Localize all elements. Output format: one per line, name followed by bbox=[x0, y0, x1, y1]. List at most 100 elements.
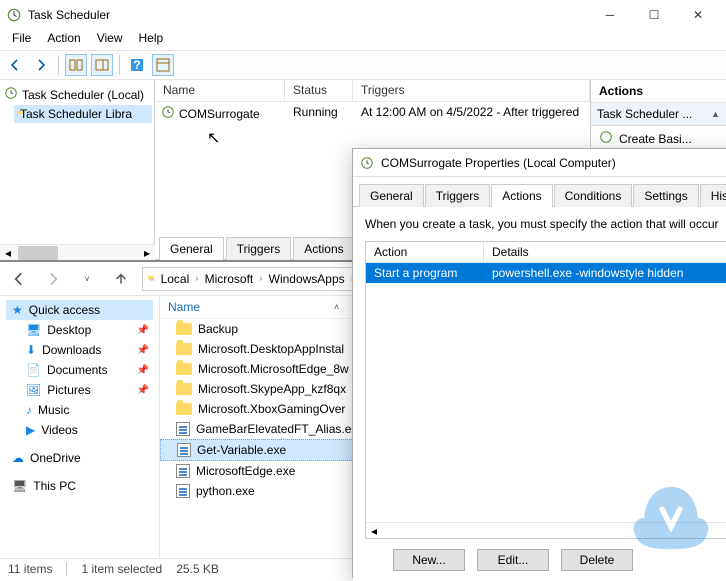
folder-icon bbox=[176, 363, 192, 375]
tab-triggers[interactable]: Triggers bbox=[226, 237, 292, 260]
file-name: python.exe bbox=[196, 484, 255, 498]
back-button[interactable] bbox=[4, 54, 26, 76]
action-pane-button[interactable] bbox=[91, 54, 113, 76]
svg-text:?: ? bbox=[133, 58, 140, 72]
tab-general[interactable]: General bbox=[159, 237, 224, 260]
details-cell: powershell.exe -windowstyle hidden bbox=[484, 263, 726, 283]
folder-icon bbox=[176, 323, 192, 335]
dialog-title: COMSurrogate Properties (Local Computer) bbox=[381, 156, 726, 170]
edit-button[interactable]: Edit... bbox=[477, 549, 549, 571]
tab-actions[interactable]: Actions bbox=[293, 237, 354, 260]
help-button[interactable]: ? bbox=[126, 54, 148, 76]
file-name: Microsoft.DesktopAppInstal bbox=[198, 342, 344, 356]
task-row[interactable]: COMSurrogate Running At 12:00 AM on 4/5/… bbox=[155, 102, 590, 125]
exe-icon bbox=[177, 443, 191, 457]
col-name[interactable]: Name bbox=[155, 80, 285, 101]
nav-pictures[interactable]: 🖼 Pictures 📌 bbox=[6, 380, 153, 400]
nav-quick-access[interactable]: ★ Quick access bbox=[6, 300, 153, 320]
crumb-local[interactable]: Local bbox=[157, 270, 194, 288]
properties-dialog[interactable]: COMSurrogate Properties (Local Computer)… bbox=[352, 148, 726, 578]
pin-icon: 📌 bbox=[137, 345, 149, 356]
exe-icon bbox=[176, 464, 190, 478]
file-name: Microsoft.MicrosoftEdge_8w bbox=[198, 362, 349, 376]
action-row-selected[interactable]: Start a program powershell.exe -windowst… bbox=[366, 263, 726, 283]
actions-header: Actions bbox=[591, 80, 726, 103]
nav-pictures-label: Pictures bbox=[47, 383, 90, 397]
tab-settings[interactable]: Settings bbox=[633, 184, 698, 207]
history-button[interactable]: ˅ bbox=[74, 266, 100, 292]
col-status[interactable]: Status bbox=[285, 80, 353, 101]
scroll-left-button[interactable]: ◂ bbox=[366, 523, 382, 539]
task-status-label: Running bbox=[285, 105, 353, 122]
col-action[interactable]: Action bbox=[366, 242, 484, 262]
documents-icon: 📄 bbox=[26, 363, 41, 377]
nav-pane[interactable]: ★ Quick access 🖥Desktop📌 ⬇Downloads📌 📄Do… bbox=[0, 296, 160, 558]
nav-onedrive-label: OneDrive bbox=[30, 451, 81, 465]
nav-documents-label: Documents bbox=[47, 363, 108, 377]
col-details[interactable]: Details bbox=[484, 242, 726, 262]
forward-button[interactable] bbox=[30, 54, 52, 76]
status-selected: 1 item selected bbox=[81, 562, 162, 576]
actions-table[interactable]: Action Details Start a program powershel… bbox=[365, 241, 726, 539]
folder-icon bbox=[176, 383, 192, 395]
scroll-right-button[interactable]: ▸ bbox=[139, 245, 155, 261]
tab-history[interactable]: History (disabled bbox=[700, 184, 726, 207]
nav-desktop[interactable]: 🖥Desktop📌 bbox=[6, 320, 153, 340]
scope-pane-button[interactable] bbox=[65, 54, 87, 76]
close-button[interactable]: ✕ bbox=[676, 0, 720, 30]
action-create-basic-label: Create Basi... bbox=[619, 132, 692, 146]
actions-context-label: Task Scheduler ... bbox=[597, 107, 692, 121]
star-icon: ★ bbox=[12, 303, 23, 317]
tree-library[interactable]: Task Scheduler Libra bbox=[14, 105, 152, 123]
pictures-icon: 🖼 bbox=[26, 383, 41, 397]
maximize-button[interactable]: ☐ bbox=[632, 0, 676, 30]
nav-music[interactable]: ♪Music bbox=[6, 400, 153, 420]
tree-root[interactable]: Task Scheduler (Local) bbox=[2, 84, 152, 105]
tab-triggers[interactable]: Triggers bbox=[425, 184, 491, 207]
col-triggers[interactable]: Triggers bbox=[353, 80, 590, 101]
nav-videos[interactable]: ▶ Videos bbox=[6, 420, 153, 440]
new-button[interactable]: New... bbox=[393, 549, 465, 571]
menu-action[interactable]: Action bbox=[41, 30, 86, 50]
nav-videos-label: Videos bbox=[41, 423, 77, 437]
tab-general[interactable]: General bbox=[359, 184, 424, 207]
back-button[interactable] bbox=[6, 266, 32, 292]
scheduler-titlebar[interactable]: Task Scheduler ─ ☐ ✕ bbox=[0, 0, 726, 30]
cloud-icon: ☁ bbox=[12, 451, 24, 465]
minimize-button[interactable]: ─ bbox=[588, 0, 632, 30]
tab-actions[interactable]: Actions bbox=[491, 184, 552, 207]
tab-conditions[interactable]: Conditions bbox=[554, 184, 633, 207]
nav-documents[interactable]: 📄Documents📌 bbox=[6, 360, 153, 380]
nav-thispc[interactable]: 🖥This PC bbox=[6, 476, 153, 496]
tree-library-label: Task Scheduler Libra bbox=[20, 107, 132, 121]
scheduler-icon bbox=[6, 7, 22, 23]
scroll-right-button[interactable]: ▸ bbox=[722, 523, 726, 539]
task-icon bbox=[359, 155, 375, 171]
scroll-thumb[interactable] bbox=[18, 246, 58, 260]
menu-file[interactable]: File bbox=[6, 30, 37, 50]
nav-thispc-label: This PC bbox=[33, 479, 76, 493]
crumb-microsoft[interactable]: Microsoft bbox=[201, 270, 258, 288]
col-name-label: Name bbox=[168, 300, 200, 314]
scroll-left-button[interactable]: ◂ bbox=[0, 245, 16, 261]
delete-button[interactable]: Delete bbox=[561, 549, 633, 571]
nav-onedrive[interactable]: ☁ OneDrive bbox=[6, 448, 153, 468]
nav-downloads-label: Downloads bbox=[42, 343, 101, 357]
up-button[interactable] bbox=[108, 266, 134, 292]
props-button[interactable] bbox=[152, 54, 174, 76]
folder-icon bbox=[176, 343, 192, 355]
crumb-windowsapps[interactable]: WindowsApps bbox=[265, 270, 349, 288]
sort-indicator-icon: ˄ bbox=[334, 302, 339, 312]
nav-downloads[interactable]: ⬇Downloads📌 bbox=[6, 340, 153, 360]
menu-help[interactable]: Help bbox=[133, 30, 170, 50]
pin-icon: 📌 bbox=[137, 325, 149, 336]
pin-icon: 📌 bbox=[137, 385, 149, 396]
forward-button[interactable] bbox=[40, 266, 66, 292]
status-size: 25.5 KB bbox=[176, 562, 219, 576]
tree-pane[interactable]: Task Scheduler (Local) Task Scheduler Li… bbox=[0, 80, 155, 260]
videos-icon: ▶ bbox=[26, 423, 35, 437]
menu-view[interactable]: View bbox=[91, 30, 129, 50]
task-triggers-label: At 12:00 AM on 4/5/2022 - After triggere… bbox=[353, 105, 590, 122]
actions-context[interactable]: Task Scheduler ... ▲ bbox=[591, 103, 726, 126]
tree-root-label: Task Scheduler (Local) bbox=[22, 88, 144, 102]
